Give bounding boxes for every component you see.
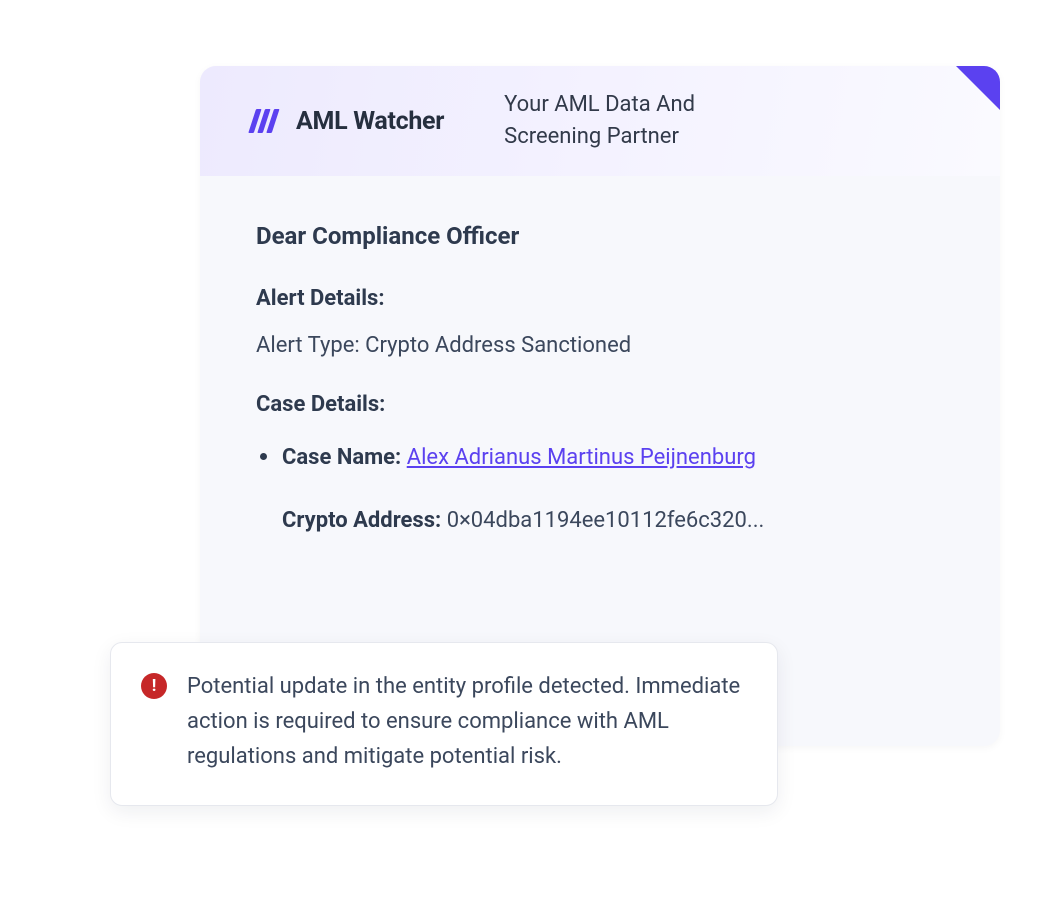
brand-name: AML Watcher (296, 107, 444, 136)
case-details-heading: Case Details: (256, 392, 944, 417)
warning-callout: ! Potential update in the entity profile… (110, 642, 778, 806)
alert-type-label: Alert Type: (256, 333, 360, 358)
crypto-address-item: Crypto Address: 0×04dba1194ee10112fe6c32… (282, 504, 944, 537)
crypto-address-value: 0×04dba1194ee10112fe6c320... (447, 508, 765, 533)
warning-text: Potential update in the entity profile d… (187, 669, 747, 775)
card-body: Dear Compliance Officer Alert Details: A… (200, 176, 1000, 537)
brand-tagline: Your AML Data And Screening Partner (504, 89, 784, 153)
case-details-list: Case Name: Alex Adrianus Martinus Peijne… (256, 441, 944, 537)
brand-logo-icon (248, 103, 284, 139)
exclamation-icon: ! (141, 673, 167, 699)
page-container: AML Watcher Your AML Data And Screening … (0, 0, 1062, 914)
crypto-address-label: Crypto Address: (282, 508, 441, 533)
corner-accent-icon (956, 66, 1000, 110)
brand-logo: AML Watcher (248, 103, 444, 139)
card-header: AML Watcher Your AML Data And Screening … (200, 66, 1000, 176)
alert-details-heading: Alert Details: (256, 286, 944, 311)
case-name-label: Case Name: (282, 445, 401, 470)
alert-type-line: Alert Type: Crypto Address Sanctioned (256, 333, 944, 358)
greeting-text: Dear Compliance Officer (256, 222, 944, 250)
case-name-link[interactable]: Alex Adrianus Martinus Peijnenburg (407, 445, 756, 470)
case-name-item: Case Name: Alex Adrianus Martinus Peijne… (282, 441, 944, 474)
alert-type-value: Crypto Address Sanctioned (365, 333, 631, 358)
